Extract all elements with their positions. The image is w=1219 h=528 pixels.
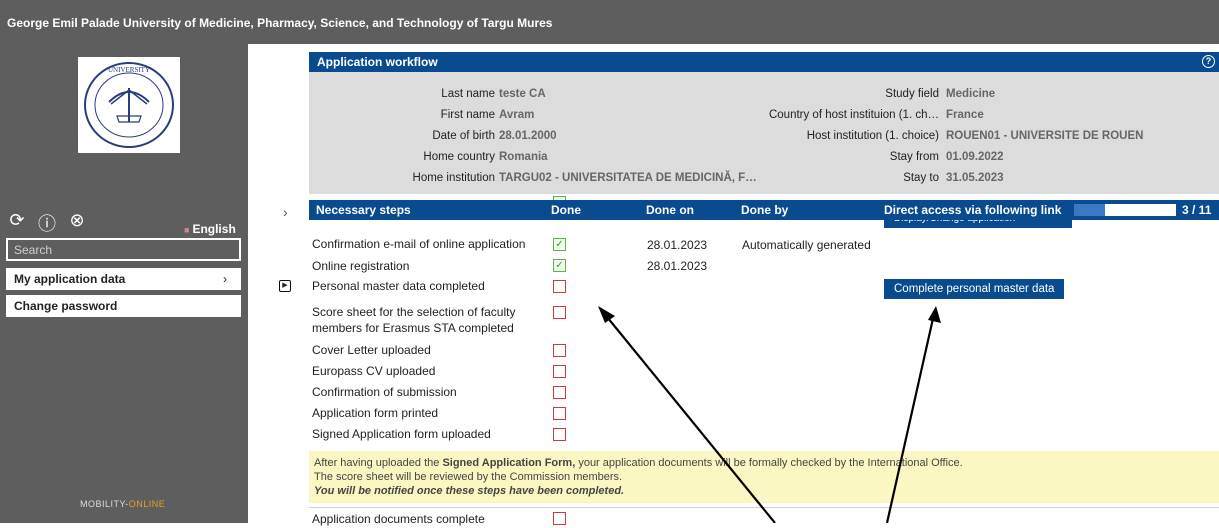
arrow-head xyxy=(598,306,615,323)
arrow-head xyxy=(928,306,941,323)
annotation-arrows xyxy=(598,306,941,523)
annotation-arrow xyxy=(602,311,776,523)
annotation-arrow xyxy=(885,313,936,523)
